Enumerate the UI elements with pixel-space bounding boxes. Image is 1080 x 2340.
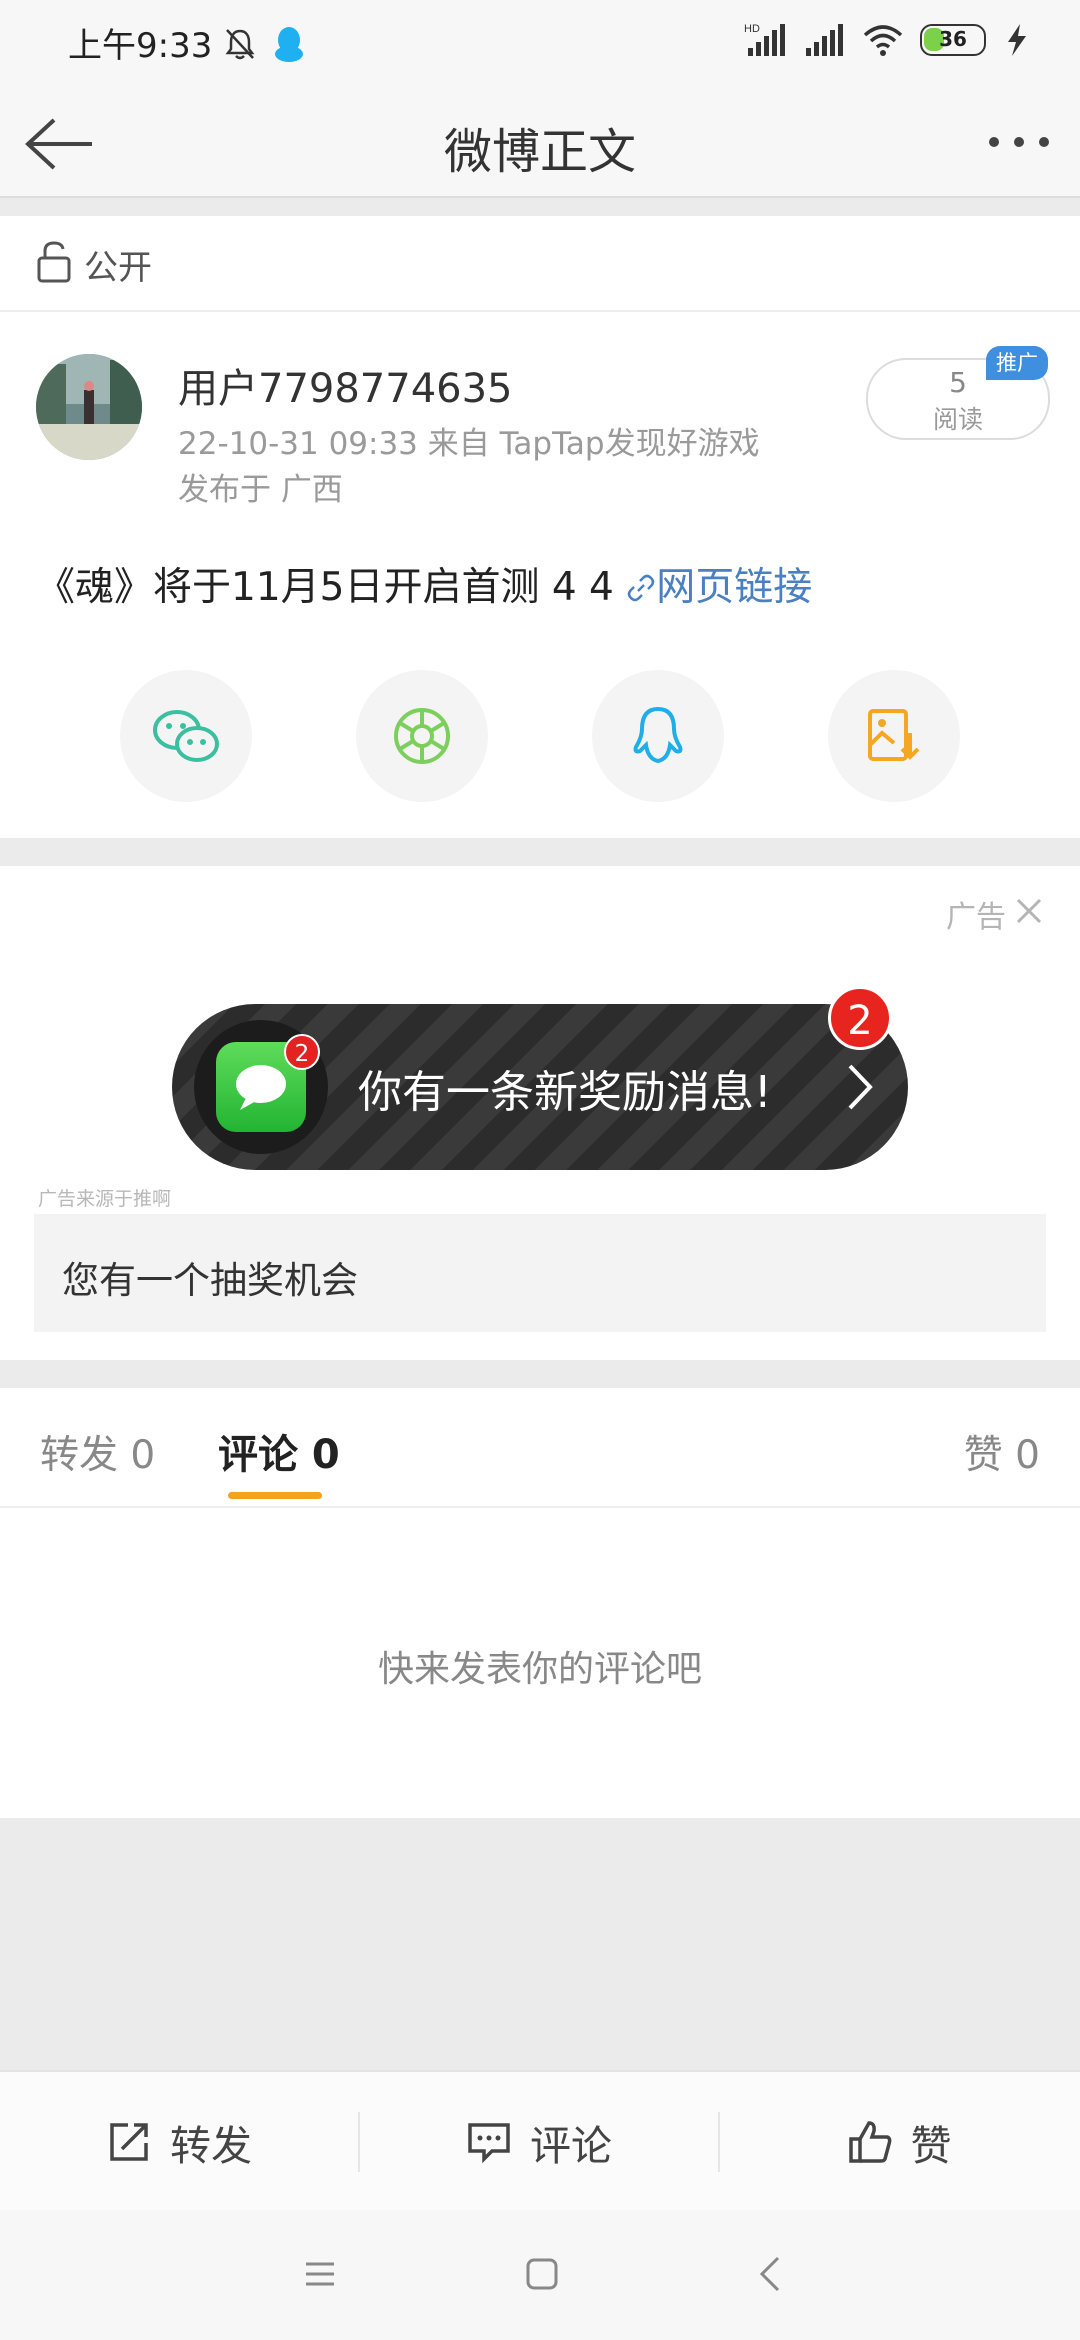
post-card: 用户7798774635 22-10-31 09:33 来自 TapTap发现好…	[0, 312, 1080, 838]
status-bar: 上午9:33 HD 36	[0, 0, 1080, 90]
username[interactable]: 用户7798774635	[178, 356, 513, 414]
empty-comments-hint: 快来发表你的评论吧	[377, 1649, 702, 1690]
nav-bar: 微博正文	[0, 90, 1080, 198]
comment-button[interactable]: 评论	[360, 2072, 718, 2212]
visibility-row: 公开	[0, 216, 1080, 312]
post-body: 《魂》将于11月5日开启首测 4 4	[36, 565, 627, 610]
battery-icon: 36	[920, 24, 986, 56]
home-icon[interactable]	[524, 2256, 560, 2292]
share-moments-button[interactable]	[356, 670, 488, 802]
share-wechat-button[interactable]	[120, 670, 252, 802]
post-location: 发布于 广西	[178, 472, 343, 508]
thumbs-up-icon	[848, 2121, 891, 2163]
like-button[interactable]: 赞	[720, 2072, 1078, 2212]
promo-badge: 推广	[986, 346, 1048, 380]
save-image-icon	[868, 709, 920, 761]
tab-like[interactable]: 赞 0	[964, 1424, 1040, 1480]
ad-close-icon[interactable]	[1012, 894, 1046, 928]
moments-icon	[394, 708, 450, 764]
ad-box-text: 您有一个抽奖机会	[62, 1259, 358, 1302]
tab-repost[interactable]: 转发 0	[40, 1424, 155, 1480]
web-link[interactable]: 网页链接	[656, 565, 812, 610]
chevron-right-icon	[848, 1064, 873, 1110]
hd-signal-icon: HD	[744, 23, 785, 56]
mute-bell-icon	[225, 29, 255, 60]
read-label: 阅读	[932, 405, 983, 434]
status-time: 上午9:33	[68, 26, 213, 66]
more-options-icon[interactable]	[984, 132, 1054, 152]
wechat-icon	[153, 710, 219, 762]
wifi-icon	[863, 25, 903, 56]
like-label: 赞	[910, 2122, 952, 2170]
page-title: 微博正文	[443, 124, 636, 180]
ad-source: 广告来源于推啊	[38, 1188, 172, 1210]
status-icons: HD 36	[744, 22, 1032, 58]
comments-area: 快来发表你的评论吧	[0, 1508, 1080, 1818]
tab-comment[interactable]: 评论 0	[218, 1422, 340, 1480]
app-badge: 2	[284, 1034, 320, 1070]
bottom-action-bar: 转发 评论 赞	[0, 2070, 1080, 2212]
comment-label: 评论	[530, 2122, 612, 2170]
repost-button[interactable]: 转发	[0, 2072, 358, 2212]
save-image-button[interactable]	[828, 670, 960, 802]
repost-icon	[110, 2123, 148, 2161]
svg-text:HD: HD	[744, 23, 760, 35]
signal-icon	[806, 24, 843, 56]
ad-text-box[interactable]: 您有一个抽奖机会	[34, 1214, 1046, 1332]
unlock-icon	[37, 241, 71, 283]
share-qq-button[interactable]	[592, 670, 724, 802]
visibility-label: 公开	[84, 248, 152, 288]
notification-count-badge: 2	[828, 986, 892, 1050]
back-icon[interactable]	[756, 2254, 784, 2294]
comment-icon	[468, 2123, 510, 2164]
avatar[interactable]	[36, 354, 142, 460]
ad-banner-text: 你有一条新奖励消息!	[358, 1067, 772, 1118]
active-tab-indicator	[228, 1492, 322, 1499]
post-meta: 22-10-31 09:33 来自 TapTap发现好游戏	[178, 426, 760, 462]
message-app-icon: 2	[194, 1020, 328, 1154]
battery-level: 36	[939, 27, 967, 51]
post-text: 《魂》将于11月5日开启首测 4 4 网页链接	[36, 556, 812, 612]
menu-icon[interactable]	[302, 2256, 338, 2292]
chat-bubble-icon	[236, 1065, 286, 1110]
qq-notification-icon	[275, 27, 303, 62]
repost-label: 转发	[170, 2122, 252, 2170]
link-icon[interactable]	[626, 573, 656, 603]
system-navigation-bar	[0, 2210, 1080, 2340]
ad-banner[interactable]: 2 你有一条新奖励消息! 2	[172, 986, 908, 1170]
charging-icon	[1008, 24, 1026, 56]
qq-icon	[633, 706, 683, 764]
ad-card: 广告 2 你有一条新奖励消息! 2 广告来源于推啊 您有一个抽奖机会	[0, 866, 1080, 1360]
comment-tabs: 转发 0 评论 0 赞 0	[0, 1388, 1080, 1508]
ad-label: 广告	[946, 900, 1006, 935]
